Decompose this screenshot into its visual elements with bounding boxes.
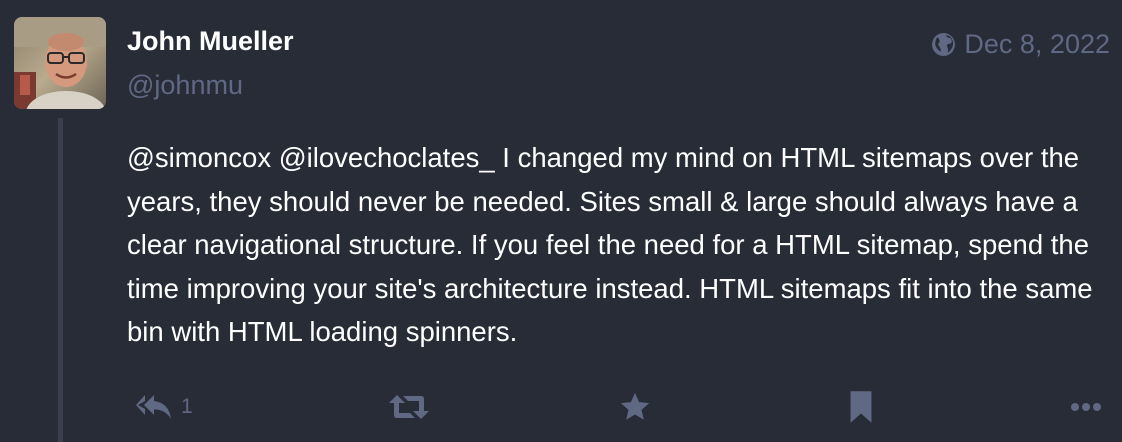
favourite-button[interactable] [617, 385, 653, 429]
retweet-icon [388, 392, 430, 422]
ellipsis-icon [1069, 401, 1103, 413]
status-post: John Mueller @johnmu Dec 8, 2022 @simonc… [0, 0, 1122, 442]
post-content: @simoncox @ilovechoclates_ I changed my … [127, 136, 1117, 354]
reply-button[interactable]: 1 [135, 385, 193, 429]
post-text: I changed my mind on HTML sitemaps over … [127, 142, 1093, 347]
globe-icon [931, 32, 956, 57]
author-handle[interactable]: @johnmu [127, 69, 243, 101]
avatar[interactable] [14, 17, 106, 109]
action-bar: 1 [0, 385, 1122, 435]
bookmark-icon [847, 390, 875, 424]
bookmark-button[interactable] [847, 385, 875, 429]
reply-all-icon [135, 392, 173, 422]
post-date[interactable]: Dec 8, 2022 [964, 28, 1110, 60]
mention-link[interactable]: @simoncox [127, 142, 271, 173]
star-icon [617, 390, 653, 424]
author-display-name[interactable]: John Mueller [127, 25, 294, 57]
avatar-photo [14, 17, 106, 109]
more-button[interactable] [1069, 385, 1103, 429]
mention-link[interactable]: @ilovechoclates_ [279, 142, 495, 173]
boost-button[interactable] [388, 385, 430, 429]
post-meta: Dec 8, 2022 [931, 28, 1110, 60]
reply-count: 1 [181, 395, 193, 418]
